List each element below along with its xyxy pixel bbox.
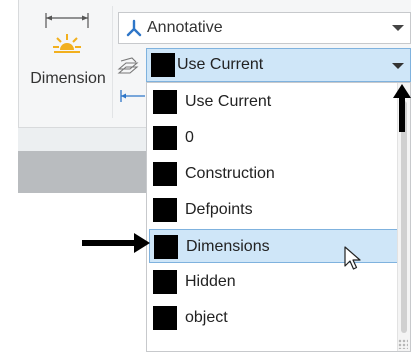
dimension-label: Dimension [30, 70, 106, 87]
dropdown-item-label: Defpoints [185, 201, 253, 218]
chevron-down-icon[interactable] [392, 25, 404, 31]
dropdown-item-label: 0 [185, 129, 194, 146]
layer-dropdown-list: Use Current 0 Construction Defpoints Dim… [146, 82, 411, 352]
layer-stack-icon [117, 57, 139, 74]
annotation-arrow-up-icon [393, 84, 411, 132]
annotative-scale-icon [126, 19, 142, 37]
dropdown-item[interactable]: object [149, 301, 399, 335]
dropdown-item-label: object [185, 309, 228, 326]
layer-current-value: Use Current [177, 56, 264, 73]
dropdown-item[interactable]: 0 [149, 121, 399, 155]
linear-dimension-icon [120, 90, 145, 102]
dropdown-item-label: Use Current [185, 93, 272, 110]
layer-color-swatch [153, 270, 177, 294]
layer-color-swatch [153, 162, 177, 186]
scrollbar-thumb[interactable] [401, 101, 407, 333]
layer-color-swatch [153, 90, 177, 114]
layer-color-swatch [154, 235, 178, 259]
dimension-sun-icon [45, 13, 89, 53]
layer-color-swatch [153, 126, 177, 150]
mouse-cursor-icon [344, 246, 361, 270]
dimension-style-value: Annotative [147, 19, 223, 36]
dropdown-item-label: Hidden [185, 273, 236, 290]
dimension-style-dropdown[interactable]: Annotative [118, 12, 411, 44]
dropdown-item[interactable]: Defpoints [149, 193, 399, 227]
layer-color-swatch [153, 306, 177, 330]
layer-color-swatch [153, 198, 177, 222]
chevron-down-icon[interactable] [392, 63, 404, 69]
dimension-button[interactable]: Dimension [22, 4, 114, 116]
layer-dropdown[interactable]: Use Current [146, 48, 411, 82]
dropdown-item[interactable]: Construction [149, 157, 399, 191]
annotation-arrow-right-icon [82, 233, 150, 253]
ribbon-separator [112, 6, 113, 118]
dropdown-item[interactable]: Use Current [149, 85, 399, 119]
resize-grip-icon[interactable] [398, 339, 408, 349]
layer-color-swatch [151, 53, 175, 77]
dropdown-item-label: Construction [185, 165, 275, 182]
dropdown-item-label: Dimensions [186, 238, 270, 255]
